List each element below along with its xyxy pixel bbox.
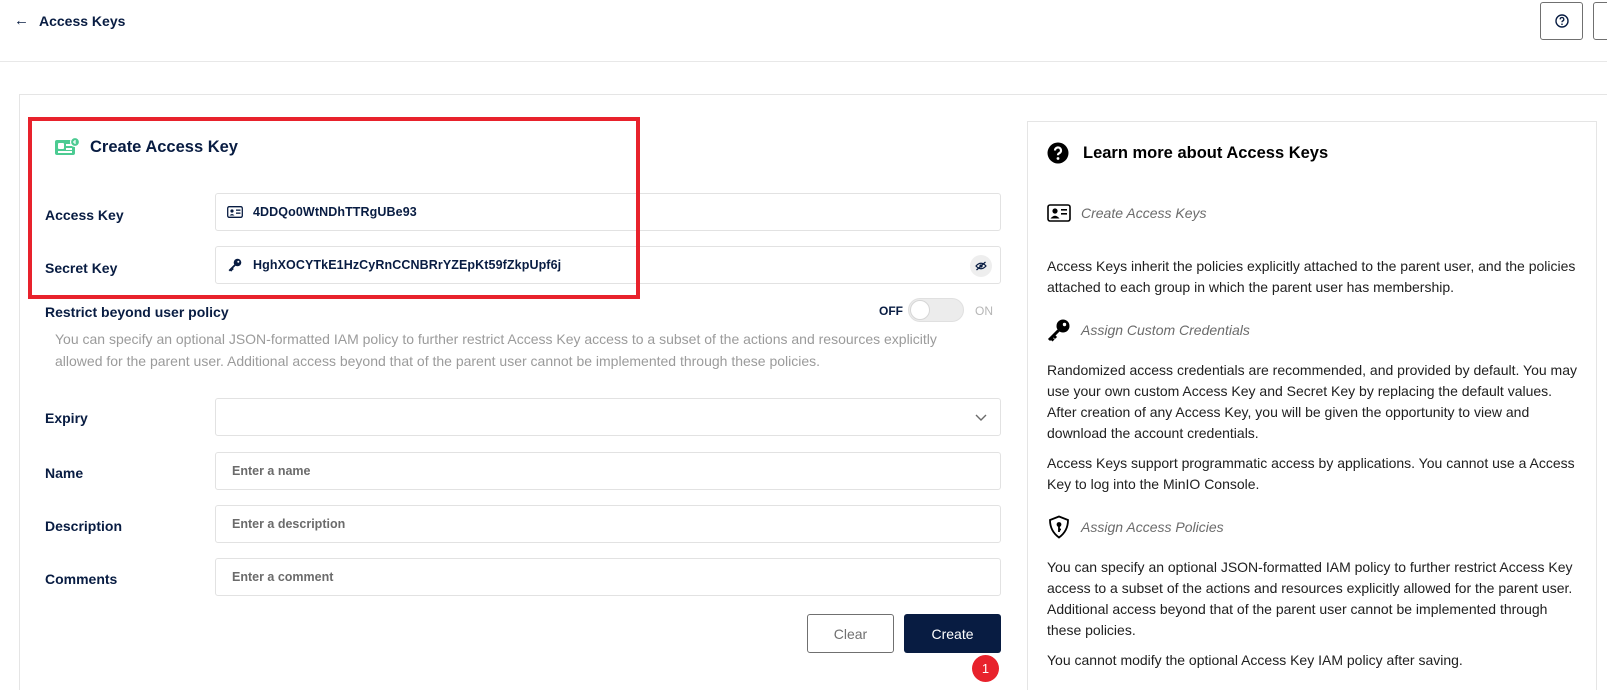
form-title: Create Access Key: [54, 137, 238, 157]
show-secret-button[interactable]: [970, 255, 992, 277]
comments-input[interactable]: [226, 570, 1000, 584]
help-button[interactable]: [1540, 2, 1583, 40]
access-key-card-icon: [55, 137, 80, 155]
access-key-field[interactable]: 4DDQo0WtNDhTTRgUBe93: [215, 193, 1001, 231]
key-icon: [226, 258, 244, 272]
access-key-value: 4DDQo0WtNDhTTRgUBe93: [253, 205, 417, 219]
description-label: Description: [45, 518, 123, 534]
restrict-description: You can specify an optional JSON-formatt…: [55, 331, 937, 369]
comments-label: Comments: [45, 571, 118, 587]
restrict-label: Restrict beyond user policy: [45, 304, 229, 320]
toggle-on-label: ON: [975, 304, 993, 318]
shield-icon: [1049, 515, 1069, 539]
back-link[interactable]: ← Access Keys: [14, 12, 125, 29]
help-heading: Create Access Keys: [1081, 205, 1207, 221]
help-paragraph: You cannot modify the optional Access Ke…: [1047, 652, 1463, 668]
help-heading: Assign Custom Credentials: [1081, 322, 1250, 338]
description-field[interactable]: [215, 505, 1001, 543]
eye-off-icon: [975, 261, 987, 271]
chevron-down-icon: [975, 414, 987, 421]
comments-field[interactable]: [215, 558, 1001, 596]
question-circle-icon: [1554, 14, 1569, 28]
key-icon: [1047, 319, 1070, 342]
help-paragraph: Access Keys support programmatic access …: [1047, 455, 1575, 492]
help-paragraph: Randomized access credentials are recomm…: [1047, 362, 1577, 441]
help-paragraph: Access Keys inherit the policies explici…: [1047, 258, 1576, 295]
top-bar: ← Access Keys: [0, 0, 1607, 62]
step-badge: 1: [972, 655, 999, 682]
page-title: Create Access Key: [90, 137, 238, 156]
description-input[interactable]: [226, 517, 1000, 531]
help-section-create: Create Access Keys: [1047, 203, 1207, 223]
restrict-policy-toggle[interactable]: [908, 298, 964, 322]
help-section-credentials: Assign Custom Credentials: [1047, 318, 1250, 342]
toggle-knob: [910, 300, 930, 320]
toggle-off-label: OFF: [879, 304, 903, 318]
name-input[interactable]: [226, 464, 1000, 478]
expiry-select[interactable]: [215, 398, 1001, 436]
help-paragraph: You can specify an optional JSON-formatt…: [1047, 559, 1573, 638]
secret-key-label: Secret Key: [45, 260, 118, 276]
id-card-icon: [226, 206, 244, 218]
secret-key-value: HghXOCYTkE1HzCyRnCCNBRrYZEpKt59fZkpUpf6j: [253, 258, 562, 272]
help-heading: Assign Access Policies: [1081, 519, 1224, 535]
help-title-text: Learn more about Access Keys: [1083, 143, 1329, 162]
help-title: Learn more about Access Keys: [1047, 142, 1328, 164]
clear-button[interactable]: Clear: [807, 614, 894, 653]
name-field[interactable]: [215, 452, 1001, 490]
expiry-label: Expiry: [45, 410, 88, 426]
arrow-left-icon: ←: [14, 12, 29, 29]
back-label: Access Keys: [39, 12, 126, 29]
secret-key-field[interactable]: HghXOCYTkE1HzCyRnCCNBRrYZEpKt59fZkpUpf6j: [215, 246, 1001, 284]
help-section-policies: Assign Access Policies: [1047, 515, 1224, 539]
access-key-label: Access Key: [45, 207, 124, 223]
question-circle-icon: [1047, 142, 1069, 164]
user-card-icon: [1047, 204, 1071, 222]
name-label: Name: [45, 465, 84, 481]
create-button[interactable]: Create: [904, 614, 1001, 653]
menu-button[interactable]: [1593, 2, 1607, 40]
